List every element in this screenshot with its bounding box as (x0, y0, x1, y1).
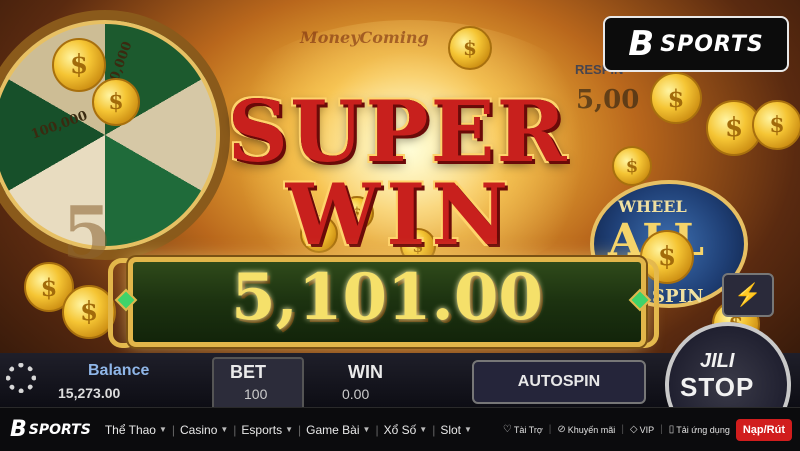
stop-label: STOP (680, 372, 755, 402)
balance-value: 15,273.00 (58, 385, 121, 401)
nav-item-label: Thể Thao (104, 422, 156, 437)
util-label: Khuyến mãi (567, 424, 616, 435)
nav-divider: | (621, 424, 624, 435)
nav-item-label: Xổ Số (383, 422, 417, 437)
bet-label: BET (230, 362, 266, 382)
settings-gear-icon[interactable] (6, 363, 36, 393)
chevron-down-icon: ▼ (220, 425, 229, 434)
diamond-icon: ◇ (629, 424, 638, 435)
nav-item-label: Esports (241, 422, 283, 437)
brand-text: SPORTS (660, 31, 764, 57)
util-promo[interactable]: ⊘ Khuyến mãi (557, 424, 615, 435)
game-stage: 100,000 20,000 MoneyComing RESPIN 5,00 5… (0, 0, 800, 407)
game-logo: MoneyComing (300, 28, 429, 47)
autospin-button[interactable]: AUTOSPIN (472, 360, 646, 404)
coin-icon: $ (612, 146, 652, 186)
bet-value: 100 (244, 386, 268, 402)
nav-divider: | (660, 424, 663, 435)
nav-utility-group: ♡ Tài Trợ | ⊘ Khuyến mãi | ◇ VIP | ▯ Tải ứng… (503, 418, 792, 441)
sponsor-icon: ♡ (502, 424, 512, 435)
util-label: VIP (639, 424, 655, 435)
deposit-withdraw-button[interactable]: Nạp/Rút (735, 418, 792, 441)
coin-icon: $ (52, 38, 106, 92)
nav-item-the-thao[interactable]: Thể Thao ▼ (101, 423, 171, 437)
coin-icon: $ (92, 78, 140, 126)
stop-brand-label: JILI (700, 350, 735, 372)
win-title: WIN (285, 165, 515, 264)
nav-item-label: Game Bài (306, 422, 360, 437)
phone-icon: ▯ (668, 424, 675, 435)
util-download[interactable]: ▯ Tải ứng dụng (669, 424, 730, 435)
chevron-down-icon: ▼ (464, 425, 472, 434)
chevron-down-icon: ▼ (285, 425, 294, 434)
nav-item-game-bai[interactable]: Game Bài ▼ (302, 423, 374, 437)
util-sponsor[interactable]: ♡ Tài Trợ (503, 424, 543, 435)
chevron-down-icon: ▼ (419, 425, 428, 434)
balance-label: Balance (88, 362, 150, 379)
nav-item-label: Casino (180, 422, 218, 437)
util-vip[interactable]: ◇ VIP (630, 424, 654, 435)
chevron-down-icon: ▼ (158, 425, 167, 434)
turbo-button[interactable]: ⚡ (722, 273, 774, 317)
nav-logo[interactable]: B SPORTS (10, 417, 91, 442)
win-label: WIN (348, 362, 383, 382)
coin-icon: $ (448, 26, 492, 70)
badge-bottom-text: SPIN (652, 286, 704, 307)
nav-item-label: Slot (440, 422, 461, 437)
coin-icon: $ (650, 72, 702, 124)
win-amount: 5,101.00 (231, 260, 543, 335)
coin-icon: $ (752, 100, 800, 150)
site-nav-bar: B SPORTS Thể Thao ▼ | Casino ▼ | Esports ▼ … (0, 407, 800, 451)
util-label: Tài Trợ (513, 424, 543, 435)
badge-top-text: WHEEL (618, 197, 687, 216)
nav-divider: | (548, 424, 552, 435)
brand-mark: B (628, 24, 655, 64)
nav-item-esports[interactable]: Esports ▼ (237, 423, 297, 437)
win-value: 0.00 (342, 386, 370, 402)
promo-icon: ⊘ (557, 424, 566, 435)
nav-item-casino[interactable]: Casino ▼ (176, 423, 232, 437)
nav-item-xo-so[interactable]: Xổ Số ▼ (380, 423, 432, 437)
util-label: Tải ứng dụng (676, 424, 730, 435)
nav-logo-mark: B (10, 417, 27, 442)
nav-logo-text: SPORTS (28, 421, 91, 438)
nav-item-slot[interactable]: Slot ▼ (436, 423, 476, 437)
chevron-down-icon: ▼ (362, 425, 371, 434)
reel-digit: 5 (62, 190, 113, 275)
brand-logo: B SPORTS (603, 16, 789, 72)
lightning-icon: ⚡ (734, 282, 762, 307)
